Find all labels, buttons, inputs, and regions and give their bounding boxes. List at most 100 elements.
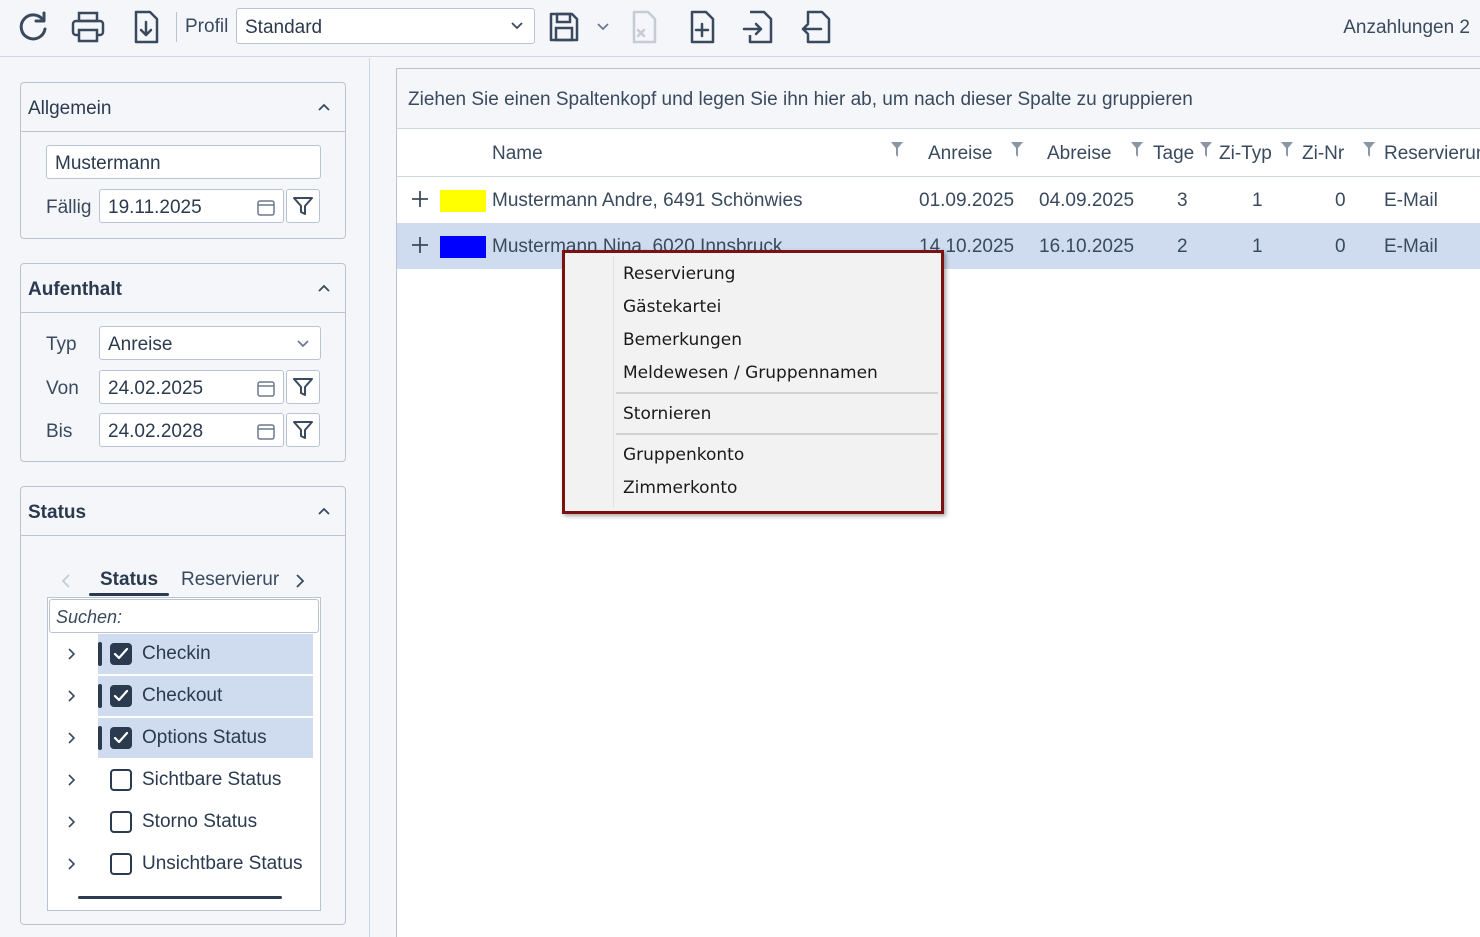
- faellig-date-field[interactable]: 19.11.2025: [99, 189, 284, 223]
- von-value: 24.02.2025: [108, 378, 204, 399]
- status-item-label: Checkin: [142, 643, 211, 664]
- von-date-field[interactable]: 24.02.2025: [99, 370, 284, 404]
- chevron-right-icon[interactable]: [295, 573, 305, 589]
- column-header-anreise[interactable]: Anreise: [928, 143, 992, 165]
- filter-icon[interactable]: [286, 413, 320, 447]
- calendar-icon[interactable]: [257, 423, 275, 440]
- status-title: Status: [28, 502, 87, 523]
- chevron-left-icon[interactable]: [61, 573, 71, 589]
- column-filter-icon[interactable]: [1131, 141, 1143, 159]
- cell-zi-typ: 1: [1252, 190, 1263, 211]
- aufenthalt-card: Aufenthalt Typ Anreise Von 24.02.2025 Bi…: [20, 263, 346, 462]
- new-file-icon[interactable]: [684, 8, 720, 46]
- import-file-icon[interactable]: [740, 8, 776, 46]
- typ-select[interactable]: Anreise: [99, 326, 321, 360]
- expand-plus-icon[interactable]: [411, 236, 429, 254]
- export-file-icon[interactable]: [798, 8, 834, 46]
- status-item-label: Unsichtbare Status: [142, 853, 303, 874]
- tab-active-indicator: [89, 593, 169, 596]
- chevron-right-icon[interactable]: [67, 773, 76, 787]
- typ-value: Anreise: [108, 334, 173, 355]
- column-header-tage[interactable]: Tage: [1153, 143, 1194, 165]
- status-tree-item[interactable]: Options Status: [48, 718, 320, 758]
- menu-item-bemerkungen[interactable]: Bemerkungen: [623, 330, 742, 350]
- menu-item-gaestekartei[interactable]: Gästekartei: [623, 297, 721, 317]
- checkbox[interactable]: [110, 769, 132, 791]
- menu-item-gruppenkonto[interactable]: Gruppenkonto: [623, 445, 744, 465]
- selection-marker: [98, 684, 102, 708]
- calendar-icon[interactable]: [257, 380, 275, 397]
- column-filter-icon[interactable]: [1363, 141, 1375, 159]
- cell-abreise: 04.09.2025: [1039, 190, 1135, 211]
- column-filter-icon[interactable]: [1281, 141, 1293, 159]
- column-header-zi-typ[interactable]: Zi-Typ: [1219, 143, 1272, 165]
- menu-item-reservierung[interactable]: Reservierung: [623, 264, 735, 284]
- dropdown-chevron-icon[interactable]: [592, 8, 614, 46]
- print-icon[interactable]: [70, 8, 106, 46]
- typ-label: Typ: [46, 334, 77, 355]
- status-tree-item[interactable]: Checkin: [48, 634, 320, 674]
- column-header-name[interactable]: Name: [492, 143, 543, 165]
- column-header-abreise[interactable]: Abreise: [1047, 143, 1111, 165]
- refresh-icon[interactable]: [15, 8, 51, 46]
- menu-item-zimmerkonto[interactable]: Zimmerkonto: [623, 478, 737, 498]
- cell-zi-typ: 1: [1252, 236, 1263, 257]
- profil-select[interactable]: Standard: [236, 8, 535, 44]
- column-filter-icon[interactable]: [1011, 141, 1023, 159]
- selection-marker: [98, 726, 102, 750]
- status-tree-item[interactable]: Storno Status: [48, 802, 320, 842]
- group-hint: Ziehen Sie einen Spaltenkopf und legen S…: [408, 89, 1193, 110]
- cell-reservierung: E-Mail: [1384, 190, 1438, 211]
- chevron-right-icon[interactable]: [67, 647, 76, 661]
- checkbox[interactable]: [110, 727, 132, 749]
- cell-abreise: 16.10.2025: [1039, 236, 1135, 257]
- name-value: Mustermann: [55, 153, 161, 174]
- bis-date-field[interactable]: 24.02.2028: [99, 413, 284, 447]
- horizontal-scrollbar[interactable]: [78, 896, 282, 899]
- chevron-right-icon[interactable]: [67, 815, 76, 829]
- chevron-down-icon: [296, 339, 310, 349]
- menu-separator: [616, 392, 938, 394]
- chevron-right-icon[interactable]: [67, 731, 76, 745]
- filter-icon[interactable]: [286, 370, 320, 404]
- column-header-zi-nr[interactable]: Zi-Nr: [1302, 143, 1344, 165]
- anzahlungen-label[interactable]: Anzahlungen 2: [1343, 17, 1470, 39]
- tab-reservierung[interactable]: Reservierur: [181, 569, 281, 591]
- search-input[interactable]: Suchen:: [49, 599, 319, 633]
- checkbox[interactable]: [110, 643, 132, 665]
- column-header-reservierung[interactable]: Reservierun: [1384, 143, 1480, 165]
- name-field[interactable]: Mustermann: [46, 145, 321, 179]
- chevron-up-icon[interactable]: [317, 102, 331, 112]
- status-tree-item[interactable]: Checkout: [48, 676, 320, 716]
- status-tree-item[interactable]: Sichtbare Status: [48, 760, 320, 800]
- toolbar-separator: [176, 12, 177, 42]
- cell-zi-nr: 0: [1335, 236, 1346, 257]
- chevron-right-icon[interactable]: [67, 857, 76, 871]
- status-header[interactable]: Status: [21, 487, 345, 536]
- status-tree-item[interactable]: Unsichtbare Status: [48, 844, 320, 884]
- chevron-down-icon: [510, 21, 524, 31]
- toolbar: Profil Standard Anzahlungen 2: [0, 0, 1480, 57]
- checkbox[interactable]: [110, 685, 132, 707]
- chevron-up-icon[interactable]: [317, 283, 331, 293]
- faellig-label: Fällig: [46, 197, 92, 218]
- menu-item-stornieren[interactable]: Stornieren: [623, 404, 711, 424]
- column-filter-icon[interactable]: [1200, 141, 1212, 159]
- expand-plus-icon[interactable]: [411, 190, 429, 208]
- save-icon[interactable]: [546, 8, 582, 46]
- table-row[interactable]: Mustermann Andre, 6491 Schönwies 01.09.20…: [397, 177, 1480, 223]
- chevron-right-icon[interactable]: [67, 689, 76, 703]
- status-item-label: Storno Status: [142, 811, 258, 832]
- aufenthalt-header[interactable]: Aufenthalt: [21, 264, 345, 313]
- checkbox[interactable]: [110, 811, 132, 833]
- group-drop-area[interactable]: Ziehen Sie einen Spaltenkopf und legen S…: [397, 69, 1480, 129]
- export-download-icon[interactable]: [128, 8, 164, 46]
- column-filter-icon[interactable]: [891, 141, 903, 159]
- calendar-icon[interactable]: [257, 199, 275, 216]
- filter-icon[interactable]: [286, 189, 320, 223]
- checkbox[interactable]: [110, 853, 132, 875]
- tab-status[interactable]: Status: [100, 569, 158, 591]
- chevron-up-icon[interactable]: [317, 506, 331, 516]
- allgemein-header[interactable]: Allgemein: [21, 83, 345, 132]
- menu-item-meldewesen[interactable]: Meldewesen / Gruppennamen: [623, 363, 878, 383]
